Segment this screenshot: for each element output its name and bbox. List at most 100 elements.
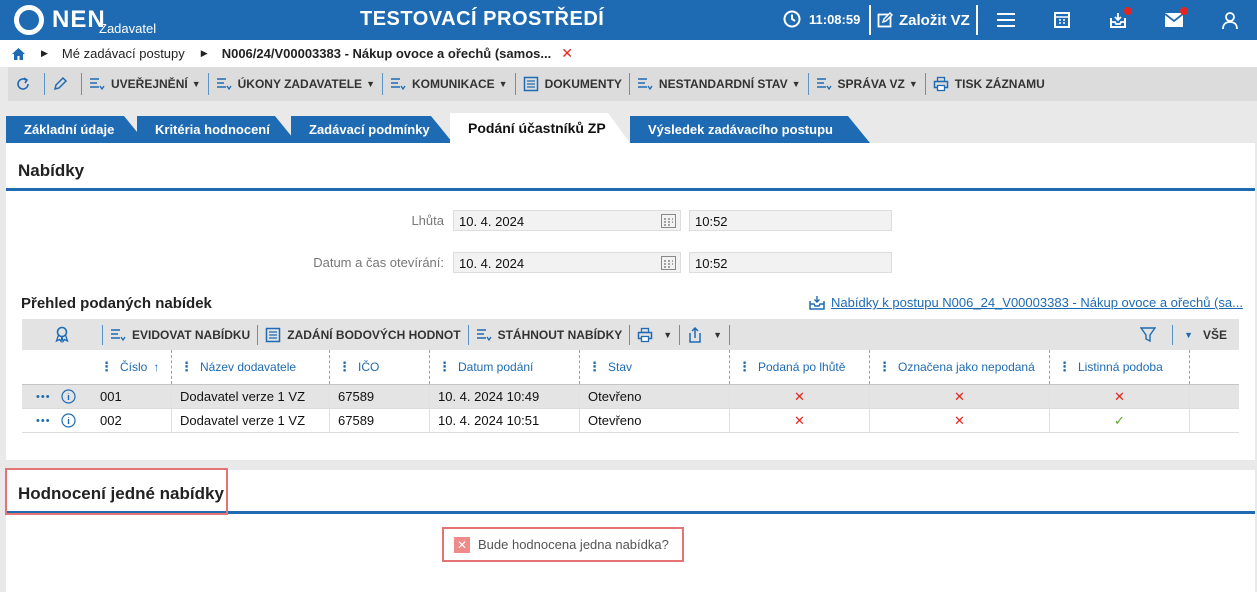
cell-cislo: 001 (92, 385, 172, 408)
refresh-button[interactable] (8, 73, 45, 95)
header-stav[interactable]: ⋮ Stav (580, 350, 730, 384)
messages-button[interactable] (1163, 7, 1188, 31)
offers-title-underline (6, 188, 1255, 191)
header-ico[interactable]: ⋮ IČO (330, 350, 430, 384)
header-oznacena[interactable]: ⋮ Označena jako nepodaná (870, 350, 1050, 384)
header-oznacena-label: Označena jako nepodaná (898, 360, 1035, 374)
show-all-button[interactable]: ▼ VŠE (1173, 325, 1239, 345)
column-menu-icon[interactable]: ⋮ (438, 359, 451, 375)
tab-evaluation-criteria[interactable]: Kritéria hodnocení (137, 116, 297, 143)
calculator-button[interactable] (1051, 9, 1073, 31)
close-icon[interactable]: ✕ (561, 45, 573, 62)
menu-icon (997, 13, 1015, 27)
tab-participant-submissions[interactable]: Podání účastníků ZP (450, 113, 630, 143)
more-options-icon[interactable]: ••• (36, 391, 51, 403)
top-bar: NEN Zadavatel TESTOVACÍ PROSTŘEDÍ 11:08:… (0, 0, 1257, 40)
chevron-right-icon: ▶ (41, 48, 48, 58)
deadline-time-field[interactable]: 10:52 (689, 210, 892, 231)
print-record-button[interactable]: TISK ZÁZNAMU (926, 73, 1052, 95)
calculator-icon (1054, 12, 1070, 28)
caret-down-icon: ▼ (713, 329, 723, 340)
header-datum[interactable]: ⋮ Datum podání (430, 350, 580, 384)
cell-filler (1190, 385, 1239, 408)
print-menu-button[interactable]: ▼ (630, 324, 681, 345)
table-row[interactable]: ••• 001 Dodavatel verze 1 VZ 67589 10. 4… (22, 385, 1239, 409)
column-menu-icon[interactable]: ⋮ (738, 359, 751, 375)
caret-down-icon: ▼ (1184, 329, 1193, 340)
tab-contract-conditions[interactable]: Zadávací podmínky (291, 116, 453, 143)
offers-overview-title: Přehled podaných nabídek (21, 295, 212, 312)
create-vz-button[interactable]: Založit VZ (869, 5, 978, 35)
breadcrumb-current-procedure[interactable]: N006/24/V00003383 - Nákup ovoce a ořechů… (222, 46, 552, 61)
inbox-button[interactable] (1107, 7, 1132, 31)
opening-date-value: 10. 4. 2024 (459, 256, 525, 271)
download-offers-button[interactable]: STÁHNOUT NABÍDKY (469, 324, 631, 345)
single-offer-warning[interactable]: ✕ Bude hodnocena jedna nabídka? (442, 527, 684, 562)
nonstandard-state-menu[interactable]: NESTANDARDNÍ STAV ▼ (630, 73, 809, 95)
opening-label: Datum a čas otevírání: (313, 255, 444, 270)
header-podana[interactable]: ⋮ Podaná po lhůtě (730, 350, 870, 384)
cell-datum: 10. 4. 2024 10:49 (430, 385, 580, 408)
filter-button[interactable] (1133, 324, 1174, 345)
column-menu-icon[interactable]: ⋮ (878, 359, 891, 375)
list-menu-icon (111, 328, 126, 341)
export-menu-button[interactable]: ▼ (680, 324, 731, 345)
calendar-icon[interactable] (661, 213, 676, 228)
tab-bar: Základní údaje Kritéria hodnocení Zadáva… (0, 113, 1257, 143)
column-menu-icon[interactable]: ⋮ (180, 359, 193, 375)
check-icon: ✓ (1114, 412, 1125, 428)
nonstandard-state-label: NESTANDARDNÍ STAV (658, 77, 788, 91)
tab-procedure-result[interactable]: Výsledek zadávacího postupu (630, 116, 870, 143)
register-offer-button[interactable]: EVIDOVAT NABÍDKU (103, 324, 259, 345)
column-menu-icon[interactable]: ⋮ (588, 359, 601, 375)
opening-date-field[interactable]: 10. 4. 2024 (453, 252, 681, 273)
cell-listinna: ✓ (1050, 409, 1190, 432)
table-row[interactable]: ••• 002 Dodavatel verze 1 VZ 67589 10. 4… (22, 409, 1239, 433)
column-menu-icon[interactable]: ⋮ (100, 359, 113, 375)
tab-basic-info[interactable]: Základní údaje (6, 116, 146, 143)
column-menu-icon[interactable]: ⋮ (1058, 359, 1071, 375)
cell-ico: 67589 (330, 385, 430, 408)
header-filler (1190, 350, 1239, 384)
header-ico-label: IČO (358, 360, 380, 374)
award-button[interactable] (22, 324, 103, 345)
user-profile-button[interactable] (1219, 9, 1241, 31)
opening-time-field[interactable]: 10:52 (689, 252, 892, 273)
hamburger-menu-button[interactable] (995, 9, 1017, 31)
breadcrumb-my-procedures[interactable]: Mé zadávací postupy (62, 46, 185, 61)
header-nazev[interactable]: ⋮ Název dodavatele (172, 350, 330, 384)
contracting-acts-menu[interactable]: ÚKONY ZADAVATELE ▼ (209, 73, 383, 95)
vz-management-menu[interactable]: SPRÁVA VZ ▼ (809, 73, 926, 95)
calendar-icon[interactable] (661, 255, 676, 270)
header-cislo[interactable]: ⋮ Číslo ↑ (92, 350, 172, 384)
more-options-icon[interactable]: ••• (36, 415, 51, 427)
header-listinna[interactable]: ⋮ Listinná podoba (1050, 350, 1190, 384)
communication-label: KOMUNIKACE (411, 77, 495, 91)
cross-icon: ✕ (1114, 388, 1125, 404)
printer-icon (638, 327, 653, 342)
cell-podana: ✕ (730, 385, 870, 408)
logo-circle-icon (14, 5, 44, 35)
offers-title: Nabídky (18, 161, 85, 180)
opening-time-value: 10:52 (695, 256, 728, 271)
info-icon[interactable] (60, 413, 76, 428)
show-all-label: VŠE (1202, 327, 1227, 342)
documents-button[interactable]: DOKUMENTY (516, 73, 630, 95)
column-menu-icon[interactable]: ⋮ (338, 359, 351, 375)
envelope-icon (1165, 13, 1183, 27)
info-icon[interactable] (60, 389, 76, 404)
enter-scores-button[interactable]: ZADÁNÍ BODOVÝCH HODNOT (258, 324, 469, 345)
nen-logo[interactable]: NEN (14, 5, 106, 35)
cross-icon: ✕ (794, 412, 805, 428)
deadline-date-field[interactable]: 10. 4. 2024 (453, 210, 681, 231)
award-ribbon-icon (55, 326, 69, 343)
caret-down-icon: ▼ (791, 79, 801, 89)
home-icon[interactable] (12, 47, 25, 60)
communication-menu[interactable]: KOMUNIKACE ▼ (383, 73, 516, 95)
close-icon[interactable]: ✕ (454, 536, 470, 553)
sort-up-icon: ↑ (153, 360, 160, 374)
offers-folder-link[interactable]: Nabídky k postupu N006_24_V00003383 - Ná… (809, 295, 1243, 310)
edit-button[interactable] (45, 73, 82, 95)
publication-menu[interactable]: UVEŘEJNĚNÍ ▼ (82, 73, 209, 95)
cross-icon: ✕ (954, 412, 965, 428)
